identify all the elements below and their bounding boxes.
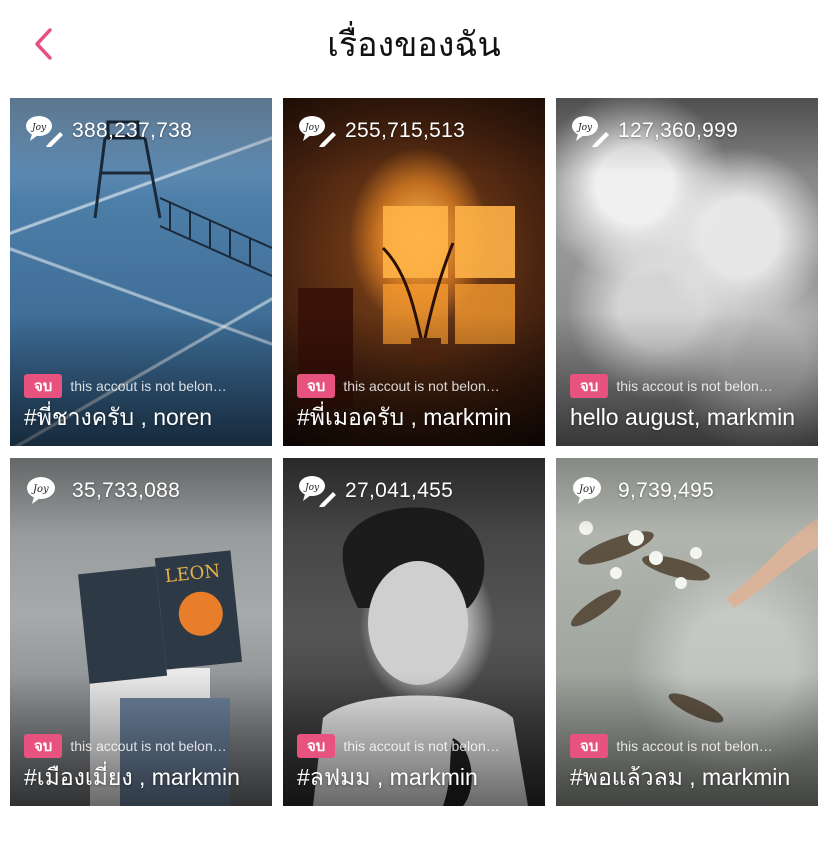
svg-text:Joy: Joy — [31, 484, 49, 495]
view-counter: Joy 35,733,088 — [24, 474, 180, 508]
author-note: this accout is not belon… — [343, 738, 500, 754]
story-title: #ลฟมม , markmin — [297, 764, 478, 790]
svg-text:Joy: Joy — [577, 484, 595, 495]
author-note: this accout is not belon… — [616, 378, 773, 394]
completed-badge: จบ — [570, 374, 609, 398]
joy-pen-icon: Joy — [26, 116, 63, 147]
view-counter: Joy 255,715,513 — [297, 114, 465, 148]
svg-text:Joy: Joy — [576, 123, 593, 133]
author-note: this accout is not belon… — [343, 378, 500, 394]
author-note: this accout is not belon… — [70, 738, 227, 754]
story-card[interactable]: Joy 27,041,455 จบ this accout is not bel… — [283, 458, 545, 806]
joy-icon: Joy — [27, 477, 55, 504]
completed-badge: จบ — [570, 734, 609, 758]
story-card[interactable]: LEON Joy 35,733,088 จบ this accout is no… — [10, 458, 272, 806]
story-title: #พอแล้วลม , markmin — [570, 764, 791, 790]
completed-badge: จบ — [24, 374, 63, 398]
completed-badge: จบ — [297, 734, 336, 758]
author-note: this accout is not belon… — [70, 378, 227, 394]
card-footer: จบ this accout is not belon… #พี่ชางครับ… — [24, 374, 262, 432]
app-header: เรื่องของฉัน — [0, 0, 828, 92]
completed-badge: จบ — [297, 374, 336, 398]
story-grid: Joy 388,237,738 จบ this accout is not be… — [10, 98, 818, 806]
completed-badge: จบ — [24, 734, 63, 758]
joy-icon: Joy — [573, 477, 601, 504]
joy-pen-icon: Joy — [572, 116, 609, 147]
view-counter: Joy 27,041,455 — [297, 474, 453, 508]
card-footer: จบ this accout is not belon… #พี่เมอครับ… — [297, 374, 535, 432]
view-count: 127,360,999 — [618, 119, 739, 142]
author-note: this accout is not belon… — [616, 738, 773, 754]
svg-text:Joy: Joy — [303, 483, 320, 493]
card-footer: จบ this accout is not belon… #ลฟมม , mar… — [297, 734, 535, 792]
svg-text:Joy: Joy — [303, 123, 320, 133]
view-count: 255,715,513 — [345, 119, 466, 142]
story-title: #เมืองเมี่ยง , markmin — [24, 764, 240, 790]
story-card[interactable]: Joy 9,739,495 จบ this accout is not belo… — [556, 458, 818, 806]
story-title: #พี่เมอครับ , markmin — [297, 404, 512, 430]
joy-pen-icon: Joy — [299, 476, 336, 507]
view-counter: Joy 127,360,999 — [570, 114, 738, 148]
card-footer: จบ this accout is not belon… #เมืองเมี่ย… — [24, 734, 262, 792]
story-title: hello august, markmin — [570, 404, 795, 430]
view-count: 9,739,495 — [618, 479, 715, 502]
story-card[interactable]: Joy 255,715,513 จบ this accout is not be… — [283, 98, 545, 446]
view-counter: Joy 9,739,495 — [570, 474, 714, 508]
joy-pen-icon: Joy — [299, 116, 336, 147]
story-card[interactable]: Joy 388,237,738 จบ this accout is not be… — [10, 98, 272, 446]
card-footer: จบ this accout is not belon… hello augus… — [570, 374, 808, 432]
story-title: #พี่ชางครับ , noren — [24, 404, 213, 430]
view-count: 27,041,455 — [345, 479, 454, 502]
card-footer: จบ this accout is not belon… #พอแล้วลม ,… — [570, 734, 808, 792]
story-card[interactable]: Joy 127,360,999 จบ this accout is not be… — [556, 98, 818, 446]
view-counter: Joy 388,237,738 — [24, 114, 192, 148]
view-count: 35,733,088 — [72, 479, 181, 502]
page-title: เรื่องของฉัน — [327, 25, 501, 65]
svg-text:Joy: Joy — [30, 123, 47, 133]
view-count: 388,237,738 — [72, 119, 193, 142]
